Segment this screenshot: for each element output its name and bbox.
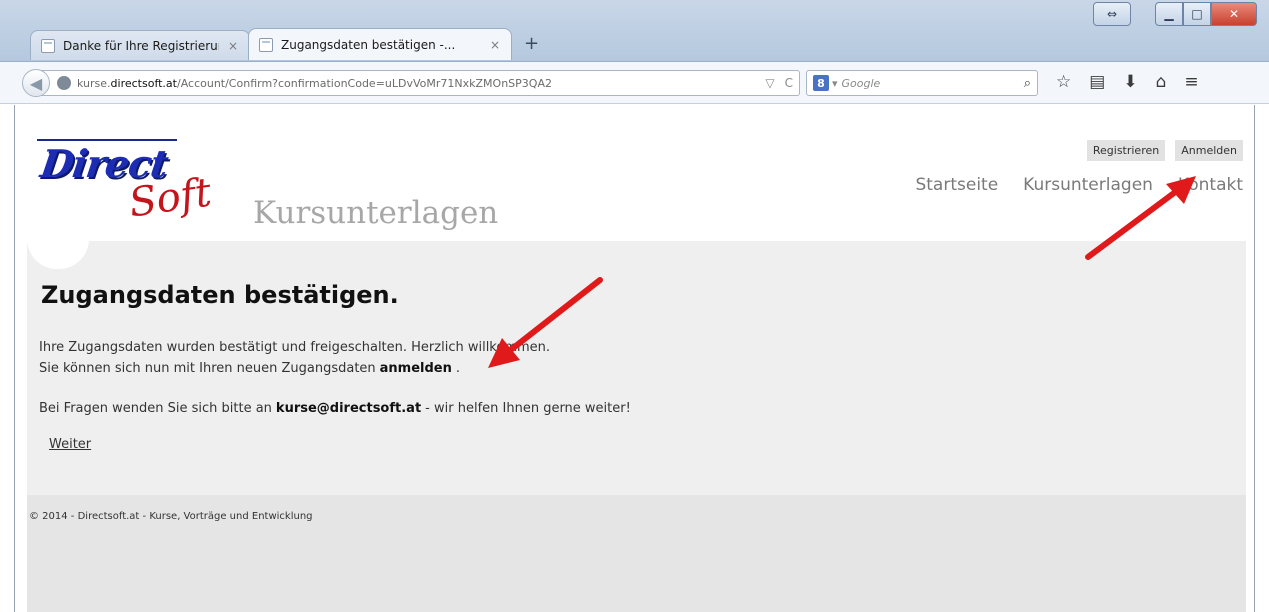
confirmation-message: Ihre Zugangsdaten wurden bestätigt und f… — [39, 337, 550, 379]
weiter-link[interactable]: Weiter — [49, 437, 91, 452]
page-icon — [41, 38, 55, 53]
tab-title: Danke für Ihre Registrierun... — [63, 38, 219, 53]
tab-close-icon[interactable]: × — [227, 39, 239, 53]
tab-strip: Danke für Ihre Registrierun... × Zugangs… — [30, 28, 539, 60]
google-icon[interactable]: 8 — [813, 75, 829, 91]
nav-startseite[interactable]: Startseite — [915, 175, 998, 195]
contact-text: Bei Fragen wenden Sie sich bitte an — [39, 401, 272, 416]
nav-kontakt[interactable]: Kontakt — [1178, 175, 1243, 195]
logo-soft-text: Soft — [126, 169, 215, 227]
tab-close-icon[interactable]: × — [489, 38, 501, 52]
register-link[interactable]: Registrieren — [1086, 140, 1166, 161]
page-viewport: Direct Soft Kursunterlagen Registrieren … — [14, 105, 1255, 612]
tab-registration-thanks[interactable]: Danke für Ihre Registrierun... × — [30, 30, 250, 60]
minimize-icon[interactable]: ▁ — [1155, 2, 1183, 26]
login-hint-line: Sie können sich nun mit Ihren neuen Zuga… — [39, 358, 550, 379]
dropdown-icon[interactable]: ▽ — [765, 76, 774, 90]
bookmarks-list-icon[interactable]: ▤ — [1089, 72, 1105, 92]
contact-email-link[interactable]: kurse@directsoft.at — [276, 401, 421, 416]
url-bar[interactable]: kurse. directsoft.at/Account/Confirm?conf… — [34, 70, 800, 96]
new-tab-button[interactable]: + — [524, 33, 539, 54]
menu-icon[interactable]: ≡ — [1184, 72, 1198, 92]
maximize-icon[interactable]: □ — [1183, 2, 1211, 26]
back-arrow-icon: ◀ — [29, 73, 43, 93]
reload-icon[interactable]: C — [785, 76, 793, 90]
url-domain: directsoft.at — [110, 76, 177, 90]
download-icon[interactable]: ⬇ — [1123, 72, 1137, 92]
restore-icon[interactable]: ⇔ — [1093, 2, 1131, 26]
page-title: Zugangsdaten bestätigen. — [41, 281, 399, 309]
directsoft-logo[interactable]: Direct Soft — [37, 135, 247, 230]
site-subtitle: Kursunterlagen — [253, 195, 499, 231]
browser-titlebar: Danke für Ihre Registrierun... × Zugangs… — [0, 0, 1269, 62]
back-button[interactable]: ◀ — [22, 69, 50, 97]
main-nav: Startseite Kursunterlagen Kontakt — [915, 175, 1243, 195]
tab-title: Zugangsdaten bestätigen -... — [281, 37, 456, 52]
contact-text-end: - wir helfen Ihnen gerne weiter! — [425, 401, 631, 416]
browser-navbar: kurse. directsoft.at/Account/Confirm?conf… — [0, 62, 1269, 104]
globe-icon — [57, 76, 71, 90]
account-links: Registrieren Anmelden — [1086, 140, 1243, 161]
nav-kursunterlagen[interactable]: Kursunterlagen — [1023, 175, 1153, 195]
contact-line: Bei Fragen wenden Sie sich bitte an kurse… — [39, 401, 631, 416]
login-hint-end: . — [455, 361, 461, 376]
anmelden-link[interactable]: anmelden — [380, 361, 452, 376]
url-actions: ▽ C — [765, 76, 793, 90]
home-icon[interactable]: ⌂ — [1156, 72, 1167, 92]
search-bar[interactable]: 8 ▾ Google ⌕ — [806, 70, 1038, 96]
page-icon — [259, 37, 273, 52]
footer-text: © 2014 - Directsoft.at - Kurse, Vorträge… — [29, 511, 313, 522]
confirmation-line: Ihre Zugangsdaten wurden bestätigt und f… — [39, 340, 551, 355]
search-icon[interactable]: ⌕ — [1024, 76, 1031, 91]
login-link[interactable]: Anmelden — [1175, 140, 1243, 161]
bookmark-star-icon[interactable]: ☆ — [1056, 72, 1071, 92]
search-engine-dropdown-icon[interactable]: ▾ — [832, 77, 838, 90]
window-controls: ⇔ ▁ □ ✕ — [1093, 2, 1257, 26]
url-prefix: kurse. — [77, 76, 111, 90]
toolbar-icons: ☆ ▤ ⬇ ⌂ ≡ — [1056, 72, 1199, 92]
close-window-icon[interactable]: ✕ — [1211, 2, 1257, 26]
url-path: /Account/Confirm?confirmationCode=uLDvVo… — [176, 76, 552, 90]
tab-confirm-credentials[interactable]: Zugangsdaten bestätigen -... × — [248, 28, 512, 60]
search-input[interactable]: Google — [842, 77, 881, 90]
login-hint-text: Sie können sich nun mit Ihren neuen Zuga… — [39, 361, 376, 376]
